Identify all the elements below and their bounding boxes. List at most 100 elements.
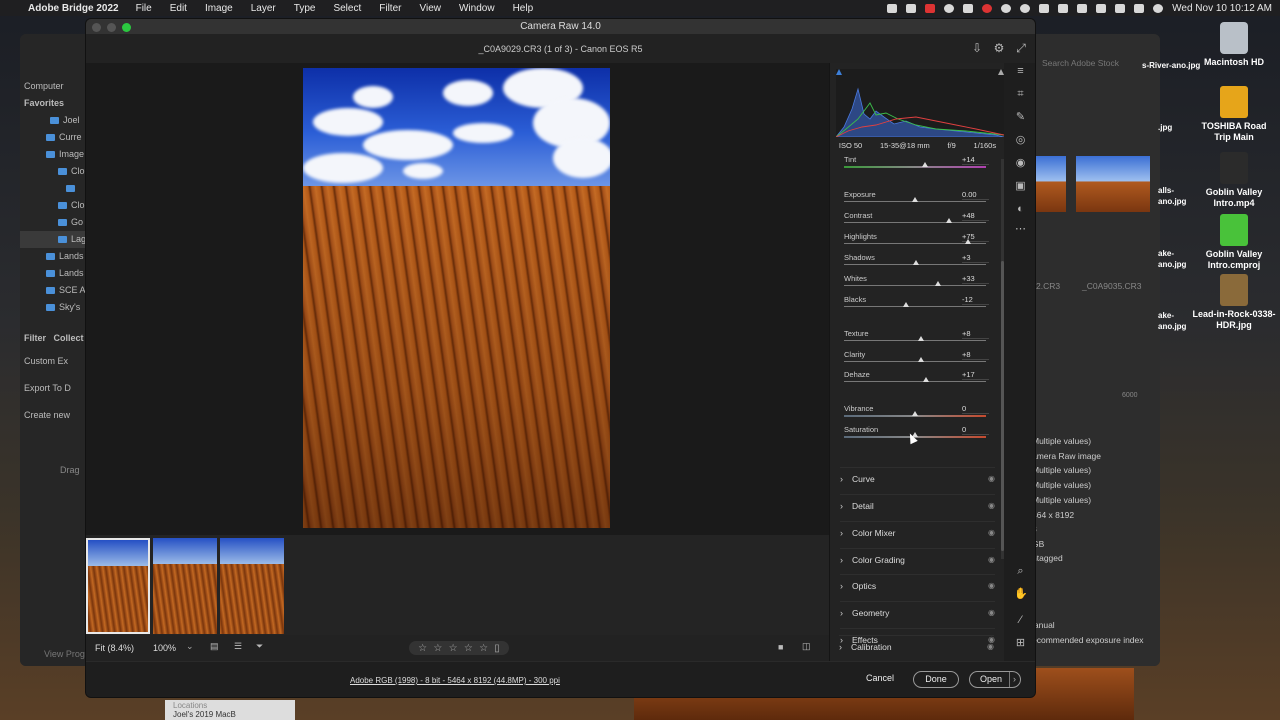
eye-icon[interactable]: ◉: [987, 642, 994, 651]
star-rating[interactable]: ☆ ☆ ☆ ☆ ☆ ▯: [409, 641, 509, 655]
filmstrip-thumbnail[interactable]: [86, 538, 150, 634]
section-geometry[interactable]: › Geometry ◉: [840, 601, 995, 623]
open-button[interactable]: Open ›: [969, 671, 1021, 688]
location-item[interactable]: Joel's 2019 MacB: [173, 710, 287, 719]
slider-thumb[interactable]: [913, 260, 920, 265]
menu-view[interactable]: View: [410, 3, 450, 14]
section-detail[interactable]: › Detail ◉: [840, 494, 995, 516]
search-icon[interactable]: [1115, 3, 1126, 13]
adobe-icon[interactable]: [925, 3, 936, 13]
eye-icon[interactable]: ◉: [988, 581, 995, 590]
create-new-item[interactable]: Create new: [20, 407, 85, 424]
minimize-button[interactable]: [107, 23, 116, 32]
slider-thumb[interactable]: [917, 336, 924, 341]
slider-value-input[interactable]: 0: [962, 404, 989, 414]
star-icon[interactable]: ☆: [464, 643, 473, 654]
bridge-thumbnail[interactable]: [1076, 156, 1150, 212]
filmstrip-view-icon[interactable]: ▤: [210, 641, 219, 652]
folder-item[interactable]: Sky's: [20, 299, 85, 316]
folder-item[interactable]: Go: [20, 214, 85, 231]
star-icon[interactable]: ☆: [418, 643, 427, 654]
view-prog-link[interactable]: View Prog: [40, 646, 85, 663]
slider-track[interactable]: [844, 166, 986, 168]
image-canvas[interactable]: [86, 63, 829, 535]
clock[interactable]: Wed Nov 10 10:12 AM: [1172, 3, 1272, 14]
tab-favorites[interactable]: Favorites: [20, 95, 85, 112]
star-icon[interactable]: ☆: [479, 643, 488, 654]
slider-track[interactable]: [844, 381, 986, 382]
slider-value-input[interactable]: +17: [962, 370, 989, 380]
slider-texture[interactable]: Texture +8: [844, 329, 989, 349]
slider-thumb[interactable]: [946, 218, 953, 223]
slider-track[interactable]: [844, 306, 986, 307]
eye-icon[interactable]: ◉: [988, 555, 995, 564]
desktop-item[interactable]: Goblin Valley Intro.cmproj: [1194, 214, 1274, 271]
eye-icon[interactable]: ◉: [988, 608, 995, 617]
desktop-item[interactable]: Macintosh HD: [1194, 22, 1274, 68]
slider-thumb[interactable]: [903, 302, 910, 307]
slider-clarity[interactable]: Clarity +8: [844, 350, 989, 370]
filmstrip-thumbnail[interactable]: [220, 538, 284, 634]
save-icon[interactable]: ⇩: [971, 42, 983, 54]
desktop-item[interactable]: Lead-in-Rock-0338-HDR.jpg: [1188, 274, 1280, 331]
zoom-icon[interactable]: ⌕: [1014, 565, 1027, 578]
wifi-icon[interactable]: [1096, 3, 1107, 13]
section-calibration[interactable]: › Calibration ◉: [839, 635, 994, 657]
zoom-fit-button[interactable]: Fit (8.4%): [95, 643, 134, 653]
slider-whites[interactable]: Whites +33: [844, 274, 989, 294]
eye-icon[interactable]: ◉: [988, 474, 995, 483]
menu-help[interactable]: Help: [504, 3, 543, 14]
slider-value-input[interactable]: +8: [962, 350, 989, 360]
menu-edit[interactable]: Edit: [161, 3, 196, 14]
slider-dehaze[interactable]: Dehaze +17: [844, 370, 989, 390]
snapshots-icon[interactable]: ▣: [1014, 180, 1027, 193]
zoom-percent-select[interactable]: 100%: [153, 643, 176, 653]
presets-icon[interactable]: ◐: [1014, 203, 1027, 216]
menu-type[interactable]: Type: [285, 3, 325, 14]
tab-computer[interactable]: Computer: [20, 78, 85, 95]
menu-filter[interactable]: Filter: [370, 3, 410, 14]
desktop-file-label[interactable]: s-River-ano.jpg: [1142, 60, 1202, 71]
cancel-button[interactable]: Cancel: [858, 671, 902, 688]
battery-icon[interactable]: [1077, 3, 1088, 13]
folder-item[interactable]: SCE A: [20, 282, 85, 299]
eyedropper-icon[interactable]: ⁄: [1014, 614, 1027, 627]
folder-item[interactable]: [20, 180, 85, 197]
slider-track[interactable]: [844, 340, 986, 341]
slider-track[interactable]: [844, 222, 986, 223]
menu-window[interactable]: Window: [450, 3, 504, 14]
section-curve[interactable]: › Curve ◉: [840, 467, 995, 489]
desktop-item[interactable]: TOSHIBA Road Trip Main: [1194, 86, 1274, 143]
status-icon[interactable]: [944, 3, 955, 13]
star-icon[interactable]: ☆: [449, 643, 458, 654]
masking-icon[interactable]: ◎: [1014, 134, 1027, 147]
trash-icon[interactable]: ▯: [494, 643, 500, 654]
stock-search-input[interactable]: Search Adobe Stock: [1042, 58, 1119, 68]
folder-item[interactable]: Lands: [20, 265, 85, 282]
red-eye-icon[interactable]: ◉: [1014, 157, 1027, 170]
slider-thumb[interactable]: [921, 162, 928, 167]
control-center-icon[interactable]: [1134, 3, 1145, 13]
dropbox-icon[interactable]: [906, 3, 917, 13]
app-menu[interactable]: Adobe Bridge 2022: [28, 3, 119, 14]
slider-value-input[interactable]: +14: [962, 157, 989, 165]
crop-icon[interactable]: ⌗: [1014, 88, 1027, 101]
slider-value-input[interactable]: -12: [962, 295, 989, 305]
slider-value-input[interactable]: +33: [962, 274, 989, 284]
slider-thumb[interactable]: [964, 239, 971, 244]
single-view-icon[interactable]: ■: [778, 642, 783, 652]
slider-value-input[interactable]: +48: [962, 211, 989, 221]
custom-export-item[interactable]: Custom Ex: [20, 353, 85, 370]
eye-icon[interactable]: ◉: [988, 528, 995, 537]
slider-value-input[interactable]: 0: [962, 425, 989, 435]
record-icon[interactable]: [982, 3, 993, 13]
grid-icon[interactable]: ⊞: [1014, 637, 1027, 650]
slider-contrast[interactable]: Contrast +48: [844, 211, 989, 231]
healing-brush-icon[interactable]: ✎: [1014, 111, 1027, 124]
desktop-file-label[interactable]: .jpg: [1158, 122, 1198, 133]
maximize-button[interactable]: [122, 23, 131, 32]
section-color-grading[interactable]: › Color Grading ◉: [840, 548, 995, 570]
filter-icon[interactable]: ⏷: [256, 641, 263, 652]
folder-item[interactable]: Clo: [20, 163, 85, 180]
done-button[interactable]: Done: [913, 671, 959, 688]
